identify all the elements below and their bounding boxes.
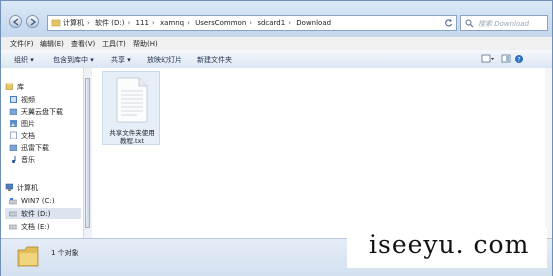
new-folder-button[interactable]: 新建文件夹 [197,55,232,65]
address-toolbar: 计算机 › 软件 (D:) › 111 › xamnq › UsersCommon › s… [1,1,552,37]
file-name: 共享文件夹使用 教程.txt [103,129,161,145]
back-arrow-icon [12,18,19,26]
menu-file[interactable]: 文件(F) [10,39,34,49]
drive-icon [9,224,17,230]
nav-label: 文档 (E:) [21,223,50,231]
nav-label: 视频 [21,96,35,104]
search-placeholder: 搜索 Download [478,20,530,28]
nav-drive-d[interactable]: 软件 (D:) [5,208,81,219]
library-icon [5,83,13,90]
menu-tools[interactable]: 工具(T) [102,39,126,49]
folder-icon [17,246,39,267]
menu-bar: 文件(F) 编辑(E) 查看(V) 工具(T) 帮助(H) [1,37,552,51]
forward-button[interactable] [26,15,39,28]
content-scrollbar[interactable] [545,68,552,238]
help-icon[interactable]: ? [514,54,524,64]
breadcrumb-item[interactable]: 计算机 [63,19,84,27]
text-file-icon [116,77,148,123]
breadcrumb[interactable]: 计算机 › 软件 (D:) › 111 › xamnq › UsersCommon › s… [63,18,331,28]
nav-label: 音乐 [21,156,35,164]
nav-item-pictures[interactable]: 图片 [9,118,81,129]
menu-view[interactable]: 查看(V) [71,39,95,49]
menu-help[interactable]: 帮助(H) [133,39,158,49]
back-button[interactable] [9,15,22,28]
nav-item-xunlei-downloads[interactable]: 迅雷下载 [9,142,81,153]
address-bar[interactable]: 计算机 › 软件 (D:) › 111 › xamnq › UsersCommon › s… [47,15,457,31]
file-item[interactable]: 共享文件夹使用 教程.txt [102,71,160,145]
drive-icon [9,198,17,205]
nav-label: 迅雷下载 [21,144,49,152]
svg-text:?: ? [517,57,520,64]
search-box[interactable]: 搜索 Download [460,15,548,31]
nav-computer[interactable]: 计算机 [5,182,81,193]
nav-label: 文档 [21,132,35,140]
explorer-window: 计算机 › 软件 (D:) › 111 › xamnq › UsersCommon › s… [0,0,553,276]
command-bar: 组织 ▾ 包含到库中 ▾ 共享 ▾ 放映幻灯片 新建文件夹 ? [1,50,552,69]
watermark-text: iseeyu. com [369,230,530,259]
breadcrumb-item[interactable]: 软件 (D:) [95,19,124,27]
include-in-library-button[interactable]: 包含到库中 ▾ [53,55,94,65]
nav-drive-c[interactable]: WIN7 (C:) [9,196,81,207]
library-folder-icon [9,144,17,151]
nav-label: 软件 (D:) [21,210,51,218]
watermark: iseeyu. com [347,228,547,268]
nav-libraries[interactable]: 库 [5,81,81,92]
breadcrumb-item[interactable]: 111 [136,19,149,27]
menu-edit[interactable]: 编辑(E) [40,39,64,49]
share-button[interactable]: 共享 ▾ [111,55,131,65]
scrollbar-thumb[interactable] [85,78,90,228]
breadcrumb-item[interactable]: UsersCommon [195,19,246,27]
organize-button[interactable]: 组织 ▾ [14,55,34,65]
preview-pane-icon[interactable] [501,54,511,64]
file-list: 共享文件夹使用 教程.txt [92,68,552,238]
nav-item-music[interactable]: 音乐 [9,154,81,165]
nav-item-cloud-downloads[interactable]: 天翼云盘下载 [9,106,81,117]
documents-icon [10,131,17,139]
drive-icon [9,211,17,217]
nav-label: 计算机 [17,184,38,192]
breadcrumb-item[interactable]: Download [296,19,331,27]
slideshow-button[interactable]: 放映幻灯片 [147,55,182,65]
library-folder-icon [9,108,17,115]
nav-drive-e[interactable]: 文档 (E:) [9,221,81,232]
item-count: 1 个对象 [51,249,79,257]
nav-scrollbar[interactable] [83,68,92,238]
nav-label: 图片 [21,120,35,128]
music-icon [11,156,16,163]
nav-label: 天翼云盘下载 [21,108,63,116]
file-name-line: 教程.txt [119,137,144,145]
pictures-icon [10,120,17,127]
view-options-icon[interactable] [481,54,495,64]
file-name-line: 共享文件夹使用 [109,129,155,137]
navigation-pane: 库 视频 天翼云盘下载 图片 文档 迅雷下载 音乐 计算机 WIN7 (C:) … [1,68,92,238]
breadcrumb-item[interactable]: sdcard1 [257,19,285,27]
video-icon [10,96,17,103]
nav-item-videos[interactable]: 视频 [9,94,81,105]
nav-item-documents[interactable]: 文档 [9,130,81,141]
breadcrumb-item[interactable]: xamnq [160,19,184,27]
nav-label: WIN7 (C:) [21,197,55,205]
refresh-icon[interactable] [444,18,454,28]
folder-icon [51,19,61,27]
computer-icon [5,183,13,191]
forward-arrow-icon [30,18,37,26]
search-icon [465,19,474,28]
nav-label: 库 [17,83,24,91]
